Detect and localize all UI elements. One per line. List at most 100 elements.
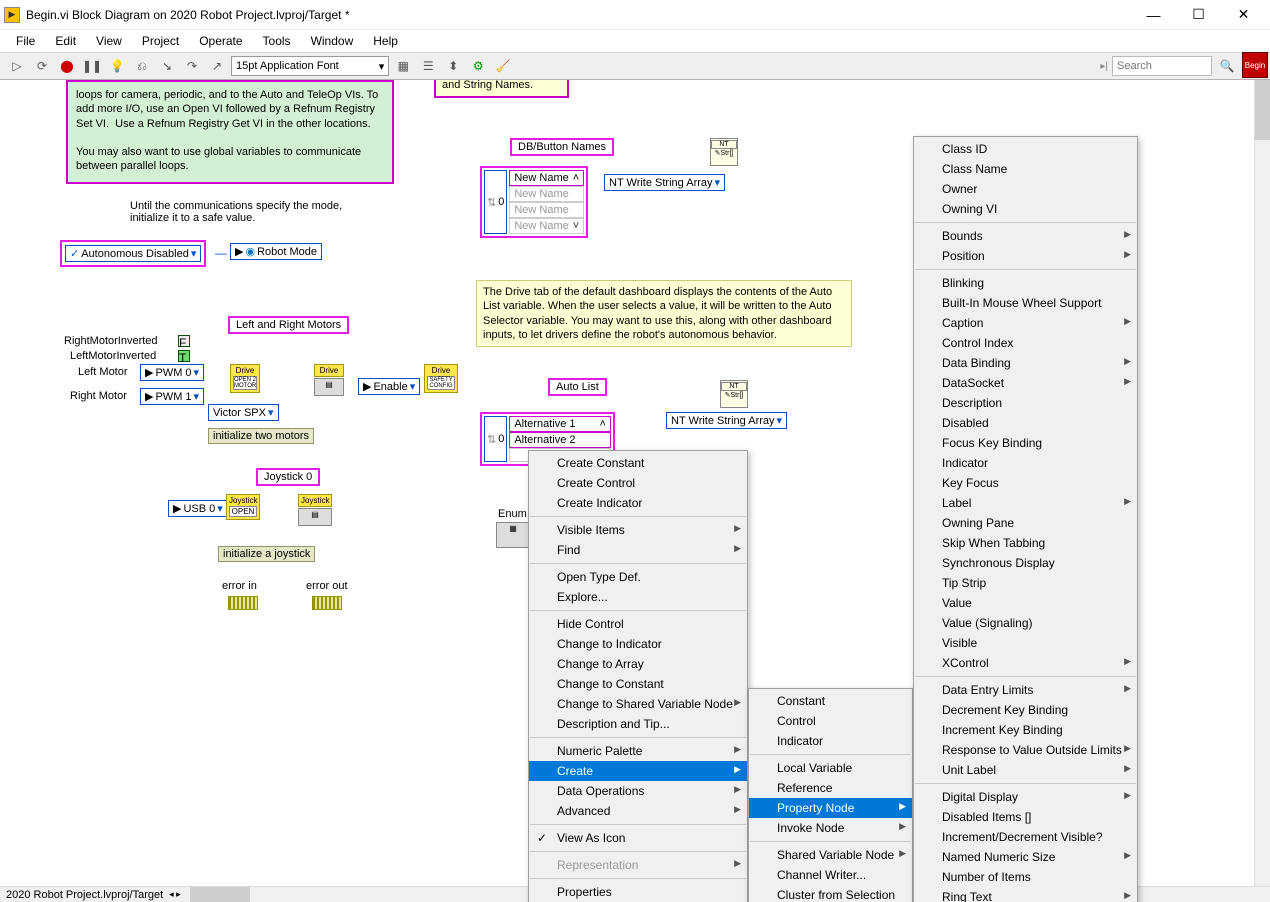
ctx3-datasocket[interactable]: DataSocket [914,373,1137,393]
ctx1-create-indicator[interactable]: Create Indicator [529,493,747,513]
step-over-icon[interactable]: ↷ [181,55,203,77]
ctx2-cluster-from-selection[interactable]: Cluster from Selection [749,885,912,902]
joystick-gray[interactable]: ▤ [298,508,332,526]
ctx1-description-tip[interactable]: Description and Tip... [529,714,747,734]
ctx1-properties[interactable]: Properties [529,882,747,902]
ctx3-description[interactable]: Description [914,393,1137,413]
ctx3-digital-display[interactable]: Digital Display [914,787,1137,807]
ctx1-create-constant[interactable]: Create Constant [529,453,747,473]
ctx3-number-of-items[interactable]: Number of Items [914,867,1137,887]
reorder-icon[interactable]: ⚙ [467,55,489,77]
vertical-scrollbar[interactable] [1254,80,1270,886]
menu-help[interactable]: Help [363,32,408,50]
ctx3-synchronous-display[interactable]: Synchronous Display [914,553,1137,573]
close-button[interactable]: ✕ [1221,1,1266,29]
ctx3-owner[interactable]: Owner [914,179,1137,199]
drive-open2motor[interactable]: DriveOPEN 2 MOTOR [230,364,260,393]
ctx1-advanced[interactable]: Advanced [529,801,747,821]
search-icon[interactable]: 🔍 [1216,55,1238,77]
ctx3-key-focus[interactable]: Key Focus [914,473,1137,493]
ctx2-svn[interactable]: Shared Variable Node [749,845,912,865]
ctx1-numeric-palette[interactable]: Numeric Palette [529,741,747,761]
step-out-icon[interactable]: ↗ [206,55,228,77]
ctx1-explore[interactable]: Explore... [529,587,747,607]
ctx3-class-id[interactable]: Class ID [914,139,1137,159]
ctx3-data-entry-limits[interactable]: Data Entry Limits [914,680,1137,700]
pwm0[interactable]: ▶PWM 0▾ [140,364,204,381]
drive-yel-2[interactable]: Drive [314,364,344,377]
ctx3-tip-strip[interactable]: Tip Strip [914,573,1137,593]
ctx2-property-node[interactable]: Property Node [749,798,912,818]
enum-node[interactable]: ▦ [496,522,530,548]
ctx1-visible-items[interactable]: Visible Items [529,520,747,540]
ctx2-channel-writer[interactable]: Channel Writer... [749,865,912,885]
lmi-bool[interactable]: T [178,350,190,362]
ctx1-change-to-constant[interactable]: Change to Constant [529,674,747,694]
step-into-icon[interactable]: ↘ [156,55,178,77]
button-names-array[interactable]: ⇅0 New Name˄ New Name New Name New Name˅ [480,166,588,238]
ctx2-reference[interactable]: Reference [749,778,912,798]
ctx3-control-index[interactable]: Control Index [914,333,1137,353]
align-icon[interactable]: ▦ [392,55,414,77]
ctx3-skip-when-tabbing[interactable]: Skip When Tabbing [914,533,1137,553]
robot-mode-node[interactable]: ▶◉Robot Mode [230,243,322,260]
ctx1-hide-control[interactable]: Hide Control [529,614,747,634]
ctx3-ring-text[interactable]: Ring Text [914,887,1137,902]
ctx2-invoke-node[interactable]: Invoke Node [749,818,912,838]
search-input[interactable] [1112,56,1212,76]
ctx1-view-as-icon[interactable]: View As Icon [529,828,747,848]
ctx2-control[interactable]: Control [749,711,912,731]
ctx3-bounds[interactable]: Bounds [914,226,1137,246]
stop-icon[interactable]: ⬤ [56,55,78,77]
maximize-button[interactable]: ☐ [1176,1,1221,29]
ctx3-owning-vi[interactable]: Owning VI [914,199,1137,219]
distribute-icon[interactable]: ☰ [417,55,439,77]
run-icon[interactable]: ▷ [6,55,28,77]
ctx1-change-to-array[interactable]: Change to Array [529,654,747,674]
ctx1-change-to-svn[interactable]: Change to Shared Variable Node [529,694,747,714]
menu-project[interactable]: Project [132,32,189,50]
ctx3-dec-key-binding[interactable]: Decrement Key Binding [914,700,1137,720]
joystick-open[interactable]: JoystickOPEN [226,494,260,520]
ctx3-response-value-outside[interactable]: Response to Value Outside Limits [914,740,1137,760]
menu-file[interactable]: File [6,32,45,50]
ctx1-create[interactable]: Create [529,761,747,781]
ctx2-indicator[interactable]: Indicator [749,731,912,751]
ctx1-change-to-indicator[interactable]: Change to Indicator [529,634,747,654]
victor[interactable]: Victor SPX▾ [208,404,279,421]
ctx3-caption[interactable]: Caption [914,313,1137,333]
ctx3-focus-key-binding[interactable]: Focus Key Binding [914,433,1137,453]
pwm1[interactable]: ▶PWM 1▾ [140,388,204,405]
ctx3-value-signaling[interactable]: Value (Signaling) [914,613,1137,633]
menu-operate[interactable]: Operate [189,32,252,50]
ctx3-bmw[interactable]: Built-In Mouse Wheel Support [914,293,1137,313]
ctx3-unit-label[interactable]: Unit Label [914,760,1137,780]
minimize-button[interactable]: — [1131,1,1176,29]
ctx3-xcontrol[interactable]: XControl [914,653,1137,673]
rmi-bool[interactable]: F [178,335,190,347]
menu-window[interactable]: Window [301,32,364,50]
ctx3-inc-key-binding[interactable]: Increment Key Binding [914,720,1137,740]
error-out-terminal[interactable] [312,596,342,610]
menu-tools[interactable]: Tools [253,32,301,50]
ctx3-position[interactable]: Position [914,246,1137,266]
ctx3-value[interactable]: Value [914,593,1137,613]
ctx1-data-operations[interactable]: Data Operations [529,781,747,801]
ctx3-named-numeric-size[interactable]: Named Numeric Size [914,847,1137,867]
nt-write-2[interactable]: NT Write String Array▾ [666,412,787,429]
ctx3-inc-dec-visible[interactable]: Increment/Decrement Visible? [914,827,1137,847]
ctx3-disabled-items[interactable]: Disabled Items [] [914,807,1137,827]
menu-edit[interactable]: Edit [45,32,86,50]
ctx3-blinking[interactable]: Blinking [914,273,1137,293]
pause-icon[interactable]: ❚❚ [81,55,103,77]
retain-wire-icon[interactable]: ⎌ [131,55,153,77]
ctx1-open-type-def[interactable]: Open Type Def. [529,567,747,587]
run-continuous-icon[interactable]: ⟳ [31,55,53,77]
ctx3-indicator[interactable]: Indicator [914,453,1137,473]
autonomous-disabled-constant[interactable]: ✓Autonomous Disabled▾ [65,245,201,262]
ctx2-constant[interactable]: Constant [749,691,912,711]
drive-gray-1[interactable]: ▤ [314,378,344,396]
ctx1-find[interactable]: Find [529,540,747,560]
ctx3-disabled[interactable]: Disabled [914,413,1137,433]
ctx3-label[interactable]: Label [914,493,1137,513]
